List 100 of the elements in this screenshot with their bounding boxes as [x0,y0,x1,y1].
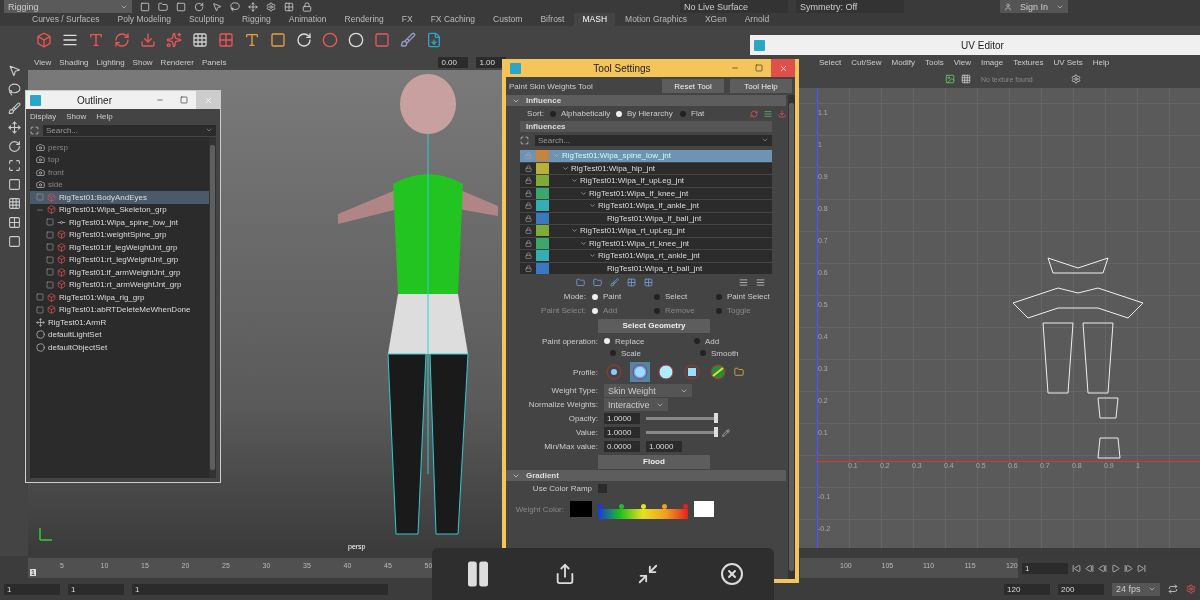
toolbar-icon[interactable] [302,1,312,12]
outliner-item[interactable]: RigTest01:Wipa_Skeleton_grp [30,203,209,216]
outliner-item[interactable]: defaultObjectSet [30,341,209,354]
expand-icon[interactable] [46,268,54,277]
menu-item[interactable]: Help [1092,58,1110,67]
start-frame-field[interactable]: 1 [4,583,60,595]
range-end-field[interactable]: 120 [1004,583,1050,595]
rotate-icon[interactable] [296,32,312,48]
close-icon[interactable] [719,562,744,586]
shelf-tab[interactable]: MASH [574,13,616,26]
select-geometry-button[interactable]: Select Geometry [598,318,710,333]
brush-profile-button[interactable] [630,362,650,382]
section-header[interactable]: Gradient [506,470,786,481]
outliner-item[interactable]: side [30,178,209,191]
circle-icon[interactable] [322,32,338,48]
image-icon[interactable] [945,74,955,84]
shrink-icon[interactable] [636,563,659,585]
fps-dropdown[interactable]: 24 fps [1112,582,1160,596]
weight-type-dropdown[interactable]: Skin Weight [604,384,692,397]
shape-icon[interactable] [374,32,390,48]
sign-in-dropdown[interactable]: Sign In [1000,0,1068,13]
influence-row[interactable]: RigTest01:Wipa_rt_upLeg_jnt [520,225,772,238]
tool-icon[interactable] [7,83,21,96]
menu-item[interactable]: Tools [925,58,944,67]
scrollbar[interactable] [788,95,795,579]
min-value-field[interactable]: 0.0000 [604,441,640,452]
toolbar-icon[interactable] [764,109,772,118]
loop-icon[interactable] [1168,584,1178,594]
section-header[interactable]: Influence [506,95,786,106]
menu-item[interactable]: Modify [891,58,916,67]
playback-icon[interactable] [1098,563,1107,573]
scrollbar[interactable] [209,137,216,478]
outliner-item[interactable]: RigTest01:rt_legWeightJnt_grp [30,253,209,266]
outliner-item[interactable]: top [30,153,209,166]
brush-profile-button[interactable] [656,362,676,382]
max-value-field[interactable]: 1.0000 [646,441,682,452]
toolbar-icon[interactable] [194,1,204,12]
expand-icon[interactable] [36,293,44,302]
toolbar-icon[interactable] [266,1,276,12]
ramp-key[interactable] [619,504,625,509]
toolbar-icon[interactable] [576,278,585,287]
toolbar-icon[interactable] [644,278,653,287]
sparkle-icon[interactable] [166,32,182,48]
select-icon[interactable] [520,135,529,145]
tool-icon[interactable] [7,216,21,229]
expand-icon[interactable] [46,243,54,252]
color-swatch[interactable] [570,501,592,517]
radio-option[interactable]: By Hierarchy [616,109,674,118]
search-field[interactable]: Search... [43,124,216,136]
menu-item[interactable]: Display [30,111,57,121]
tool-button[interactable]: Reset Tool [662,79,724,93]
outliner-item[interactable]: front [30,166,209,179]
menu-item[interactable]: Help [96,111,113,121]
outliner-item[interactable]: RigTest01:Wipa_rig_grp [30,291,209,304]
outliner-item[interactable]: RigTest01:BodyAndEyes [30,191,209,204]
outliner-item[interactable]: RigTest01:Wipa_spine_low_jnt [30,216,209,229]
toolbar-icon[interactable] [593,278,602,287]
refresh-icon[interactable] [114,32,130,48]
outliner-item[interactable]: RigTest01:rt_armWeightJnt_grp [30,278,209,291]
tool-icon[interactable] [7,140,21,153]
search-field[interactable]: Search... [535,134,772,146]
radio-option[interactable]: Paint [592,292,648,301]
viewport-menu-item[interactable]: Renderer [160,57,194,67]
list-icon[interactable] [756,278,765,287]
brush-profile-button[interactable] [682,362,702,382]
select-icon[interactable] [30,125,39,135]
viewport-menu-item[interactable]: Show [132,57,153,67]
brush-icon[interactable] [400,32,416,48]
current-frame-field[interactable]: 1 [1022,562,1068,574]
tool-icon[interactable] [7,64,21,77]
menu-item[interactable]: UV Sets [1053,58,1083,67]
download-icon[interactable] [140,32,156,48]
viewport-menu-item[interactable]: Panels [201,57,227,67]
toolbar-icon[interactable] [627,278,636,287]
tool-icon[interactable] [7,197,21,210]
toolbar-icon[interactable] [230,1,240,12]
tool-button[interactable]: Tool Help [730,79,792,93]
slider-handle[interactable] [714,413,718,423]
slider-handle[interactable] [714,427,718,437]
value-field[interactable]: 1.0000 [604,427,640,438]
outliner-item[interactable]: persp [30,141,209,154]
brush-profile-button[interactable] [708,362,728,382]
viewport-menu-item[interactable]: Lighting [96,57,125,67]
radio-option[interactable]: Select [654,292,710,301]
color-ramp[interactable] [598,509,688,519]
menu-item[interactable]: Textures [1013,58,1044,67]
tool-icon[interactable] [7,121,21,134]
lines-icon[interactable] [62,32,78,48]
playback-icon[interactable] [1137,563,1146,573]
checker-icon[interactable] [961,74,971,84]
expand-icon[interactable] [46,230,54,239]
influence-row[interactable]: RigTest01:Wipa_rt_ankle_jnt [520,250,772,263]
expand-icon[interactable] [46,255,54,264]
playback-icon[interactable] [1124,563,1133,573]
toolbar-icon[interactable] [212,1,222,12]
expand-icon[interactable] [36,305,44,314]
file-download-icon[interactable] [426,32,442,48]
radio-option[interactable]: Alphabetically [550,109,610,118]
ramp-key[interactable] [640,504,646,509]
flood-button[interactable]: Flood [598,454,710,469]
